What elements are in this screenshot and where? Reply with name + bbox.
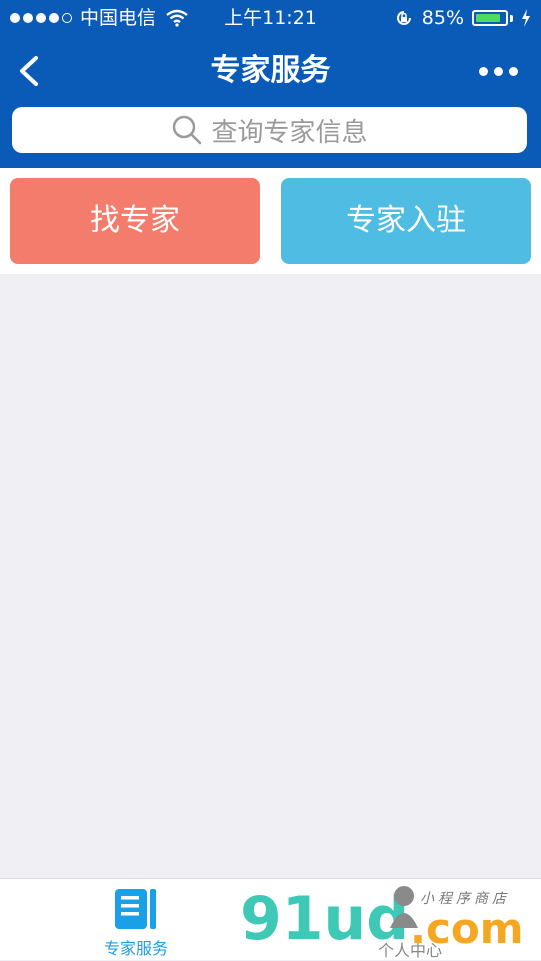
page-title: 专家服务	[210, 53, 331, 88]
battery-fill	[476, 14, 500, 22]
tab-bar: 专家服务 个人中心	[0, 878, 541, 960]
tab-label: 专家服务	[103, 939, 168, 958]
battery-icon	[472, 10, 508, 26]
status-bar: 中国电信 上午11:21 85%	[0, 0, 541, 36]
charging-icon	[522, 9, 530, 27]
search-input[interactable]: 查询专家信息	[12, 107, 527, 153]
status-right: 85%	[394, 0, 531, 36]
battery-percent: 85%	[421, 7, 464, 29]
orientation-lock-icon	[396, 11, 411, 25]
find-expert-button[interactable]: 找专家	[10, 178, 260, 264]
search-placeholder: 查询专家信息	[211, 117, 368, 148]
tab-personal-center[interactable]: 个人中心	[330, 937, 490, 961]
action-buttons: 找专家 专家入驻	[0, 168, 541, 274]
battery-cap	[510, 14, 513, 22]
tab-expert-services[interactable]: 专家服务	[56, 885, 216, 959]
tab-label: 个人中心	[377, 941, 442, 960]
search-icon	[173, 115, 202, 145]
top-bar: 中国电信 上午11:21 85% 专家服务 查询专家信息	[0, 0, 541, 168]
navigation-bar: 专家服务	[0, 40, 541, 102]
document-list-icon	[115, 889, 156, 929]
more-options-icon[interactable]	[479, 62, 523, 80]
expert-join-button[interactable]: 专家入驻	[281, 178, 531, 264]
